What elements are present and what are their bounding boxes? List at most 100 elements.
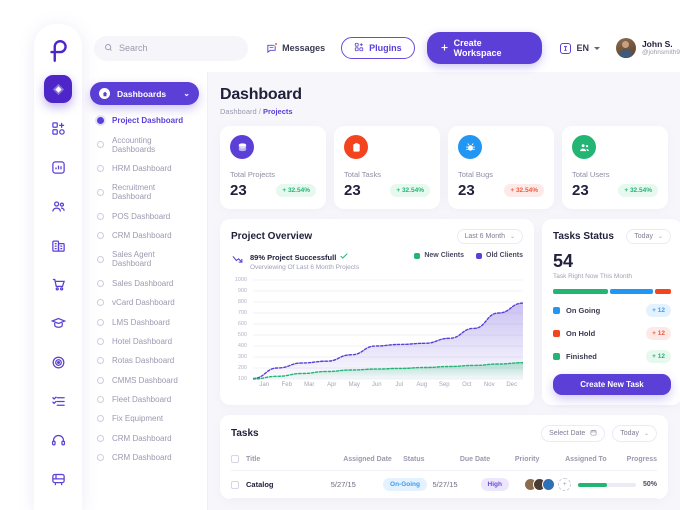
language-selector[interactable]: EN bbox=[560, 42, 600, 54]
tasks-status-count: 54 bbox=[553, 251, 574, 271]
menu-item[interactable]: vCard Dashboard bbox=[90, 293, 199, 312]
bullet-icon bbox=[97, 299, 104, 307]
bullet-icon bbox=[97, 415, 104, 423]
search-input[interactable]: Search bbox=[94, 35, 249, 61]
stat-card[interactable]: Total Projects 23 + 32.54% bbox=[220, 126, 326, 209]
menu-item[interactable]: Sales Agent Dashboard bbox=[90, 245, 199, 273]
rail-item-diamond[interactable] bbox=[44, 75, 72, 103]
rail-item-graduation-cap[interactable] bbox=[44, 309, 72, 337]
x-tick-label: Feb bbox=[281, 382, 292, 388]
column-header: Assigned To bbox=[565, 455, 607, 463]
rail-item-chart-square[interactable] bbox=[44, 153, 72, 181]
menu-item[interactable]: CRM Dashboard bbox=[90, 429, 199, 448]
stat-card[interactable]: Total Tasks 23 + 32.54% bbox=[334, 126, 440, 209]
user-menu[interactable]: John S. @johnsmith9 bbox=[615, 38, 680, 58]
breadcrumb-current: Projects bbox=[262, 107, 293, 116]
menu-item[interactable]: Sales Dashboard bbox=[90, 274, 199, 293]
plugins-label: Plugins bbox=[369, 43, 402, 53]
database-icon bbox=[230, 135, 254, 159]
stat-card[interactable]: Total Bugs 23 + 32.54% bbox=[448, 126, 554, 209]
rail-item-bus[interactable] bbox=[44, 465, 72, 493]
y-tick-label: 300 bbox=[237, 354, 247, 360]
cell-status: On-Going bbox=[383, 478, 432, 491]
breadcrumb-root[interactable]: Dashboard / bbox=[220, 107, 263, 116]
menu-item[interactable]: CRM Dashboard bbox=[90, 448, 199, 467]
column-header: Progress bbox=[626, 455, 658, 463]
menu-header-dashboards[interactable]: Dashboards ⌄ bbox=[90, 82, 199, 105]
tasks-status-subtitle: Task Right Now This Month bbox=[553, 273, 632, 280]
rail-item-cart[interactable] bbox=[44, 270, 72, 298]
x-tick-label: Dec bbox=[506, 382, 518, 388]
language-flag-icon bbox=[560, 42, 572, 54]
user-name: John S. bbox=[641, 38, 673, 49]
x-tick-label: Jul bbox=[395, 382, 404, 388]
status-label: On Hold bbox=[566, 329, 596, 338]
bullet-icon bbox=[97, 212, 104, 220]
menu-item[interactable]: Project Dashboard bbox=[90, 111, 199, 130]
y-tick-label: 600 bbox=[237, 321, 247, 327]
breadcrumb: Dashboard / Projects bbox=[220, 107, 668, 116]
status-badge: + 32.54% bbox=[618, 184, 658, 197]
overview-range-label: Last 6 Month bbox=[464, 233, 505, 240]
column-header: Assigned Date bbox=[343, 455, 392, 463]
tasks-status-row[interactable]: Finished + 12 bbox=[553, 350, 671, 363]
tasks-status-row[interactable]: On Hold + 12 bbox=[553, 327, 671, 340]
language-label: EN bbox=[576, 43, 589, 53]
plugins-button[interactable]: Plugins bbox=[341, 37, 415, 59]
rail-item-target[interactable] bbox=[44, 348, 72, 376]
tasks-status-row[interactable]: On Going + 12 bbox=[553, 304, 671, 317]
avatar bbox=[615, 38, 636, 58]
rail-item-people[interactable] bbox=[44, 192, 72, 220]
status-swatch bbox=[553, 330, 560, 337]
x-tick-label: Apr bbox=[327, 382, 337, 388]
menu-item-label: Recruitment Dashboard bbox=[112, 183, 156, 202]
menu-item[interactable]: LMS Dashboard bbox=[90, 312, 199, 331]
menu-item[interactable]: Fix Equipment bbox=[90, 409, 199, 428]
tasks-range-select[interactable]: Today ⌄ bbox=[612, 425, 657, 442]
rail-item-headset[interactable] bbox=[44, 426, 72, 454]
messages-icon bbox=[266, 41, 279, 54]
x-tick-label: Sep bbox=[438, 382, 450, 388]
rail-item-add-user[interactable] bbox=[44, 114, 72, 142]
chart-legend: New Clients Old Clients bbox=[414, 252, 523, 259]
table-row[interactable]: Catalog 5/27/15 On-Going 5/27/15 High +50% bbox=[231, 471, 657, 499]
add-assignee-button[interactable]: + bbox=[558, 478, 572, 491]
overview-range-select[interactable]: Last 6 Month ⌄ bbox=[456, 229, 523, 244]
stat-card[interactable]: Total Users 23 + 32.54% bbox=[562, 126, 668, 209]
menu-item[interactable]: Recruitment Dashboard bbox=[90, 178, 199, 206]
create-new-task-button[interactable]: Create New Task bbox=[553, 374, 671, 395]
stat-value: 23 bbox=[230, 182, 247, 199]
menu-list: Project Dashboard Accounting Dashboards HR… bbox=[90, 111, 199, 467]
tasks-status-bar bbox=[553, 289, 671, 294]
menu-item[interactable]: Fleet Dashboard bbox=[90, 390, 199, 409]
rail-item-list-task[interactable] bbox=[44, 387, 72, 415]
x-tick-label: Mar bbox=[304, 382, 315, 388]
bullet-icon bbox=[97, 141, 104, 149]
menu-item[interactable]: CRM Dashboard bbox=[90, 226, 199, 245]
avatar bbox=[542, 478, 556, 491]
cell-assigned-to: + bbox=[524, 478, 578, 491]
rail-item-bike[interactable] bbox=[44, 504, 72, 510]
menu-item[interactable]: Accounting Dashboards bbox=[90, 130, 199, 158]
select-date-button[interactable]: Select Date bbox=[541, 425, 606, 442]
menu-item-label: Project Dashboard bbox=[112, 116, 184, 126]
tasks-status-range-select[interactable]: Today ⌄ bbox=[626, 229, 671, 244]
menu-item[interactable]: CMMS Dashboard bbox=[90, 371, 199, 390]
stat-value: 23 bbox=[572, 182, 589, 199]
page-title: Dashboard bbox=[220, 86, 302, 103]
column-header: Status bbox=[403, 455, 425, 463]
row-checkbox[interactable] bbox=[231, 480, 239, 489]
y-tick-label: 700 bbox=[237, 310, 247, 316]
select-all-checkbox[interactable] bbox=[231, 455, 239, 463]
bullet-icon bbox=[97, 255, 104, 263]
rail-item-buildings[interactable] bbox=[44, 231, 72, 259]
icon-rail bbox=[34, 24, 82, 510]
menu-item-label: Fleet Dashboard bbox=[112, 395, 172, 405]
menu-item[interactable]: Rotas Dashboard bbox=[90, 351, 199, 370]
stat-label: Total Bugs bbox=[458, 170, 494, 179]
menu-item[interactable]: Hotel Dashboard bbox=[90, 332, 199, 351]
menu-item[interactable]: POS Dashboard bbox=[90, 207, 199, 226]
create-workspace-button[interactable]: Create Workspace bbox=[426, 32, 543, 64]
menu-item[interactable]: HRM Dashboard bbox=[90, 159, 199, 178]
messages-button[interactable]: Messages bbox=[266, 41, 325, 54]
